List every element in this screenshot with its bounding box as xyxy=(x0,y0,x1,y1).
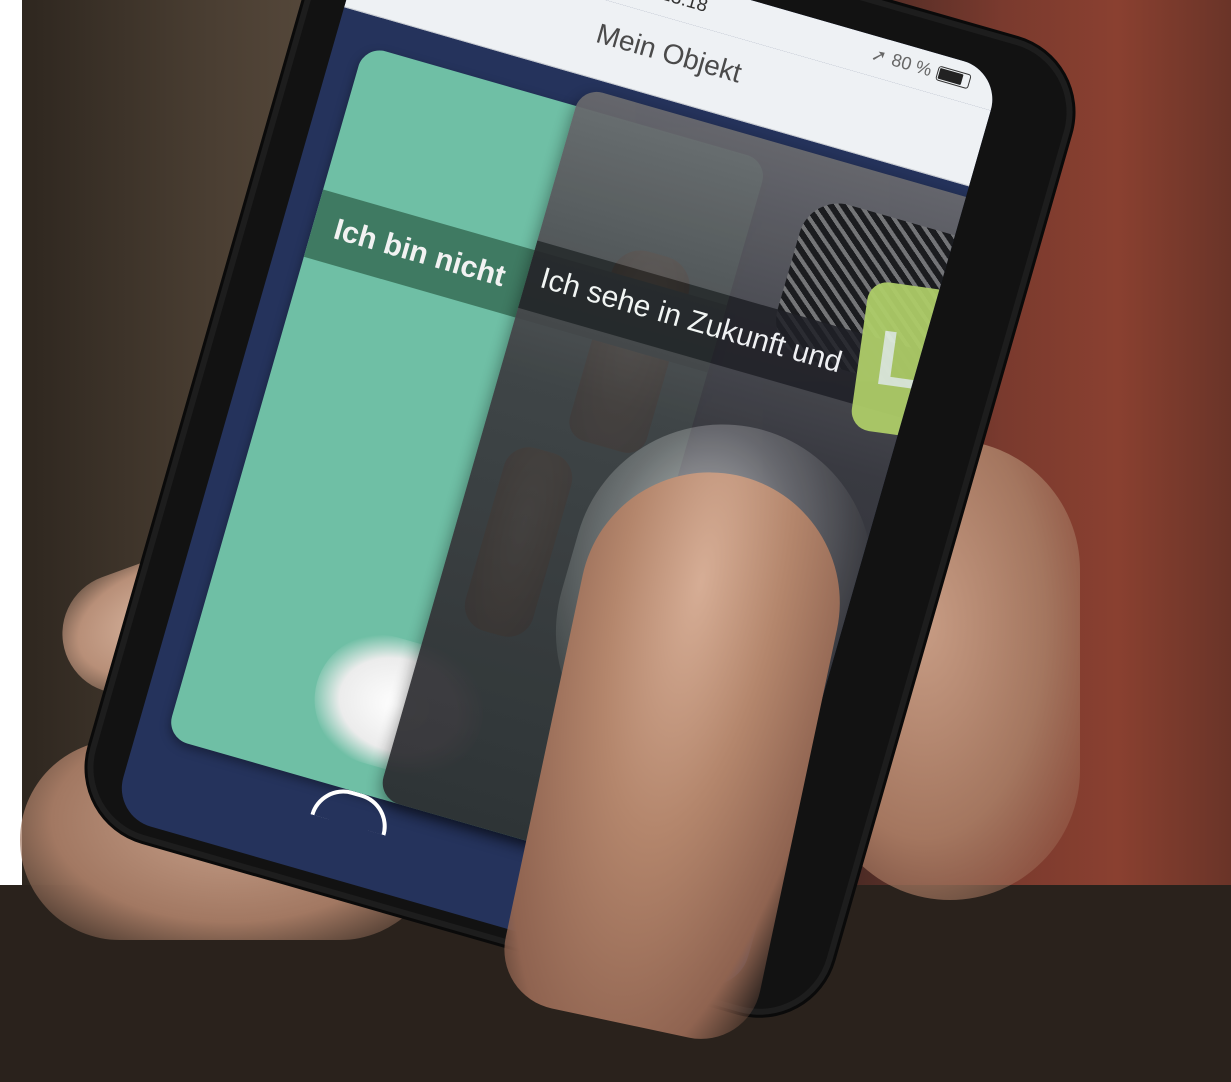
battery-percent: 80 % xyxy=(889,49,935,81)
left-edge xyxy=(0,0,22,885)
